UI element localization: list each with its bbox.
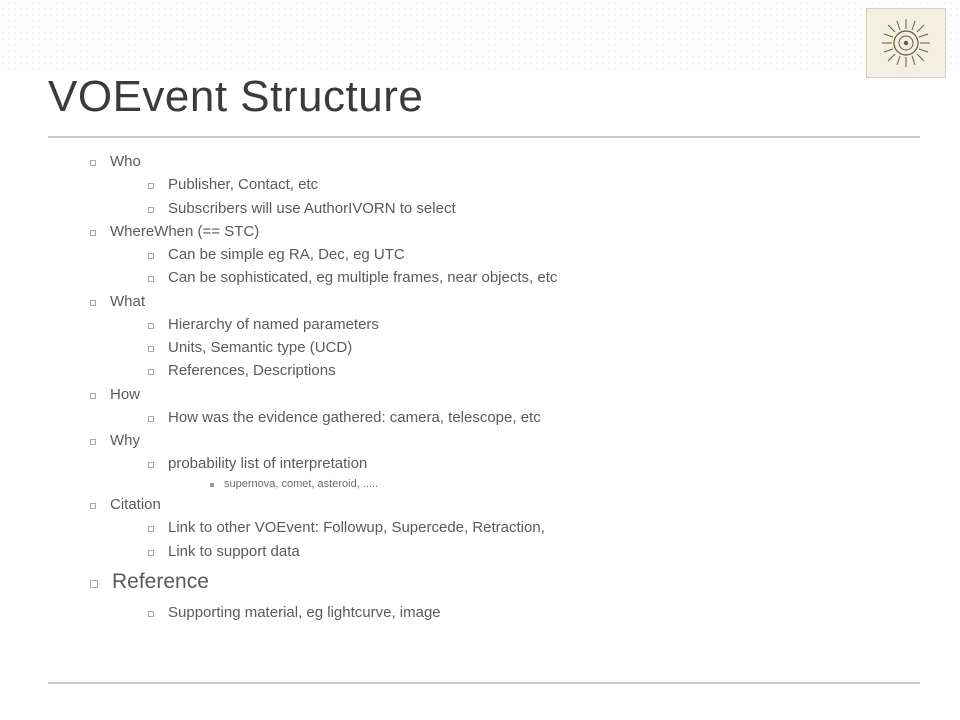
list-item: Link to other VOEvent: Followup, Superce…: [148, 516, 900, 539]
bullet-square-icon: [148, 462, 154, 468]
bullet-square-icon: [148, 526, 154, 532]
list-item-text: Can be sophisticated, eg multiple frames…: [168, 266, 557, 289]
section-reference: Reference: [90, 563, 900, 601]
list-item: Can be sophisticated, eg multiple frames…: [148, 266, 900, 289]
divider-top: [48, 136, 920, 138]
list-item: Subscribers will use AuthorIVORN to sele…: [148, 197, 900, 220]
bullet-square-icon: [90, 503, 96, 509]
list-item-text: Can be simple eg RA, Dec, eg UTC: [168, 243, 405, 266]
section-label: Reference: [112, 563, 209, 601]
logo-astrolabe: [866, 8, 946, 78]
list-item-text: Link to support data: [168, 540, 300, 563]
bullet-square-icon: [90, 580, 98, 588]
list-item-text: Supporting material, eg lightcurve, imag…: [168, 601, 441, 624]
list-item: Hierarchy of named parameters: [148, 313, 900, 336]
section-label: What: [110, 290, 145, 313]
list-item: Supporting material, eg lightcurve, imag…: [148, 601, 900, 624]
background-dot-grid: [0, 0, 960, 70]
slide-title: VOEvent Structure: [48, 72, 423, 122]
bullet-square-icon: [90, 230, 96, 236]
section-label: Citation: [110, 493, 161, 516]
section-label: WhereWhen (== STC): [110, 220, 259, 243]
list-item: Units, Semantic type (UCD): [148, 336, 900, 359]
bullet-square-icon: [148, 323, 154, 329]
section-label: How: [110, 383, 140, 406]
section-why: Why: [90, 429, 900, 452]
list-item: Link to support data: [148, 540, 900, 563]
bullet-square-icon: [148, 183, 154, 189]
section-wherewhen: WhereWhen (== STC): [90, 220, 900, 243]
bullet-square-icon: [148, 369, 154, 375]
list-item-text: Subscribers will use AuthorIVORN to sele…: [168, 197, 456, 220]
section-label: Who: [110, 150, 141, 173]
bullet-square-icon: [148, 253, 154, 259]
section-what: What: [90, 290, 900, 313]
divider-bottom: [48, 682, 920, 684]
list-item: Can be simple eg RA, Dec, eg UTC: [148, 243, 900, 266]
bullet-square-icon: [90, 160, 96, 166]
bullet-square-icon: [90, 300, 96, 306]
list-item-text: How was the evidence gathered: camera, t…: [168, 406, 541, 429]
list-item-text: Publisher, Contact, etc: [168, 173, 318, 196]
section-citation: Citation: [90, 493, 900, 516]
list-item-text: Hierarchy of named parameters: [168, 313, 379, 336]
list-item: probability list of interpretation: [148, 452, 900, 475]
list-subitem: supernova, comet, asteroid, .....: [210, 476, 900, 494]
list-item: References, Descriptions: [148, 359, 900, 382]
list-item: How was the evidence gathered: camera, t…: [148, 406, 900, 429]
list-item-text: References, Descriptions: [168, 359, 336, 382]
slide-body: Who Publisher, Contact, etc Subscribers …: [90, 150, 900, 624]
bullet-square-icon: [148, 550, 154, 556]
bullet-square-icon: [148, 416, 154, 422]
bullet-square-icon: [148, 346, 154, 352]
bullet-square-icon: [148, 276, 154, 282]
section-label: Why: [110, 429, 140, 452]
list-item: Publisher, Contact, etc: [148, 173, 900, 196]
bullet-square-icon: [148, 611, 154, 617]
section-how: How: [90, 383, 900, 406]
bullet-square-icon: [90, 439, 96, 445]
bullet-square-icon: [148, 207, 154, 213]
section-who: Who: [90, 150, 900, 173]
list-item-text: Link to other VOEvent: Followup, Superce…: [168, 516, 545, 539]
bullet-dot-icon: [210, 483, 214, 487]
list-item-text: Units, Semantic type (UCD): [168, 336, 352, 359]
list-subitem-text: supernova, comet, asteroid, .....: [224, 476, 378, 494]
bullet-square-icon: [90, 393, 96, 399]
list-item-text: probability list of interpretation: [168, 452, 367, 475]
